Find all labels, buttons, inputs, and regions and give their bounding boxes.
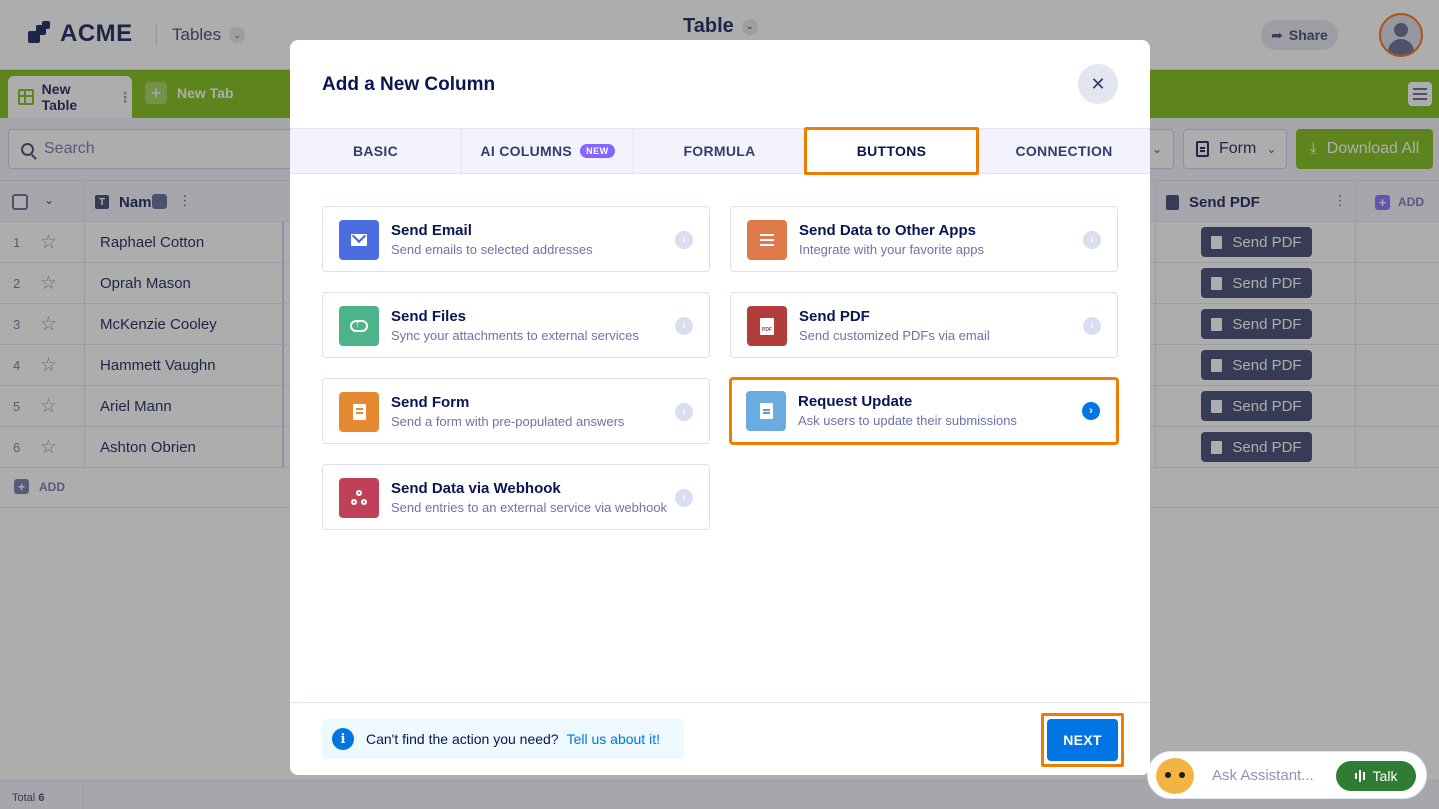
chevron-right-icon: › <box>1083 231 1101 249</box>
tab-formula[interactable]: FORMULA <box>634 129 806 173</box>
chevron-right-icon: › <box>675 317 693 335</box>
info-icon: i <box>332 728 354 750</box>
card-title: Send Files <box>391 308 467 325</box>
tab-label: FORMULA <box>683 143 756 159</box>
form-icon <box>339 392 379 432</box>
card-subtitle: Ask users to update their submissions <box>798 413 1017 428</box>
action-card-send-files[interactable]: Send Files Sync your attachments to exte… <box>322 292 710 358</box>
mail-icon <box>339 220 379 260</box>
modal-title: Add a New Column <box>322 74 496 95</box>
audio-bars-icon <box>1354 770 1365 782</box>
talk-button[interactable]: Talk <box>1336 761 1416 791</box>
chevron-right-icon: › <box>675 489 693 507</box>
action-card-send-email[interactable]: Send Email Send emails to selected addre… <box>322 206 710 272</box>
tell-us-link[interactable]: Tell us about it! <box>567 731 660 747</box>
card-subtitle: Sync your attachments to external servic… <box>391 328 639 343</box>
next-button-highlight: NEXT <box>1041 713 1124 767</box>
tab-connection[interactable]: CONNECTION <box>978 129 1150 173</box>
modal-footer: i Can't find the action you need? Tell u… <box>290 702 1150 775</box>
action-card-send-form[interactable]: Send Form Send a form with pre-populated… <box>322 378 710 444</box>
card-title: Send Data via Webhook <box>391 480 561 497</box>
talk-label: Talk <box>1372 768 1398 784</box>
tab-label: CONNECTION <box>1015 143 1113 159</box>
modal-tabs: BASIC AI COLUMNS NEW FORMULA BUTTONS CONN… <box>290 127 1150 175</box>
next-button[interactable]: NEXT <box>1047 719 1118 761</box>
assistant-avatar-icon <box>1156 758 1194 794</box>
cloud-upload-icon <box>339 306 379 346</box>
chevron-right-icon: › <box>1083 317 1101 335</box>
add-column-modal: Add a New Column ✕ BASIC AI COLUMNS NEW F… <box>290 40 1150 775</box>
card-title: Request Update <box>798 393 913 410</box>
chevron-right-icon: › <box>1082 402 1100 420</box>
card-subtitle: Send a form with pre-populated answers <box>391 414 625 429</box>
card-subtitle: Integrate with your favorite apps <box>799 242 984 257</box>
help-text: Can't find the action you need? <box>366 731 559 747</box>
tab-ai-columns[interactable]: AI COLUMNS NEW <box>462 129 634 173</box>
apps-icon <box>747 220 787 260</box>
action-card-send-webhook[interactable]: Send Data via Webhook Send entries to an… <box>322 464 710 530</box>
tab-label: BUTTONS <box>856 143 927 159</box>
card-subtitle: Send customized PDFs via email <box>799 328 990 343</box>
card-title: Send Data to Other Apps <box>799 222 976 239</box>
card-title: Send PDF <box>799 308 870 325</box>
pdf-icon: PDF <box>747 306 787 346</box>
action-card-send-data-apps[interactable]: Send Data to Other Apps Integrate with y… <box>730 206 1118 272</box>
card-title: Send Email <box>391 222 472 239</box>
action-card-request-update[interactable]: Request Update Ask users to update their… <box>729 377 1119 445</box>
tab-buttons[interactable]: BUTTONS <box>804 127 979 175</box>
chevron-right-icon: › <box>675 403 693 421</box>
card-subtitle: Send entries to an external service via … <box>391 500 668 515</box>
assistant-widget[interactable]: Ask Assistant... Talk <box>1147 751 1427 799</box>
help-banner: i Can't find the action you need? Tell u… <box>322 719 684 759</box>
new-badge: NEW <box>580 144 615 158</box>
tab-label: AI COLUMNS <box>480 143 573 159</box>
action-card-send-pdf[interactable]: PDF Send PDF Send customized PDFs via em… <box>730 292 1118 358</box>
card-title: Send Form <box>391 394 470 411</box>
chevron-right-icon: › <box>675 231 693 249</box>
card-subtitle: Send emails to selected addresses <box>391 242 593 257</box>
tab-label: BASIC <box>352 143 399 159</box>
document-icon <box>746 391 786 431</box>
tab-basic[interactable]: BASIC <box>290 129 462 173</box>
ask-assistant-input[interactable]: Ask Assistant... <box>1212 767 1314 784</box>
close-icon[interactable]: ✕ <box>1078 64 1118 104</box>
webhook-icon <box>339 478 379 518</box>
